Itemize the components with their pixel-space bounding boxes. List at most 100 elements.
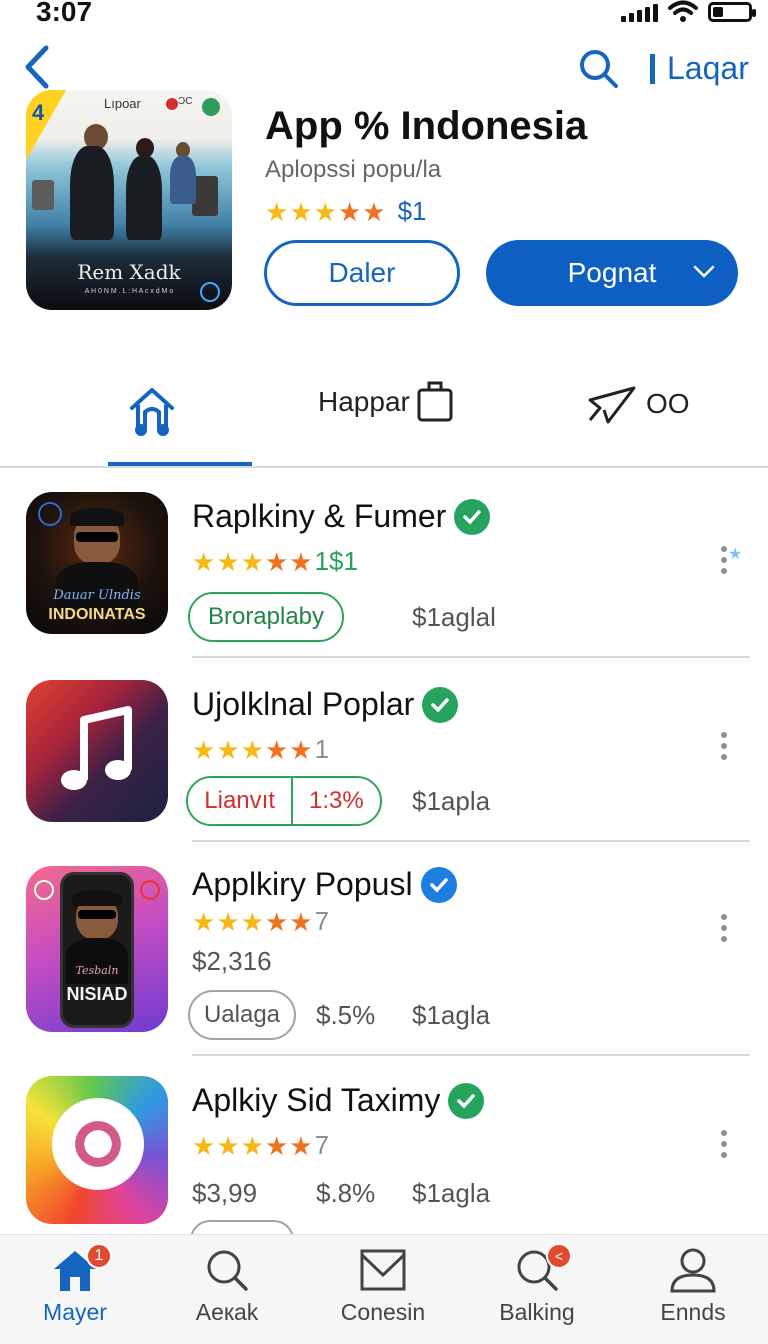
status-pill-right: 1:3%	[309, 787, 364, 814]
star-icon: ★	[216, 1130, 240, 1161]
star-icon: ★	[337, 196, 362, 227]
star-icon: ★	[289, 196, 313, 227]
status-pill[interactable]: Lianvıt 1:3%	[186, 776, 382, 826]
app-name-label: Applkiry Popusl	[192, 866, 413, 902]
signal-icon	[621, 2, 658, 22]
divider-bar	[650, 53, 655, 84]
thumb-caption: NISIAD	[66, 984, 128, 1004]
app-rating: ★ ★ ★ ★ ★ 1	[192, 734, 329, 765]
hair-shape	[70, 508, 124, 526]
tab-happar[interactable]: Happar	[318, 380, 454, 424]
header-link[interactable]: Laqar	[650, 50, 749, 87]
primary-action-label: Pognat	[567, 257, 657, 288]
profile-icon	[670, 1248, 716, 1293]
artwork-corner-number: 4	[32, 100, 45, 125]
back-chevron-icon[interactable]	[22, 44, 54, 90]
bollard-shape	[32, 180, 54, 210]
star-icon: ★	[216, 734, 240, 765]
brand-logo-icon	[166, 98, 178, 110]
nav-item-search-alert[interactable]: Balking <	[472, 1243, 602, 1326]
rating-suffix: 1	[314, 734, 330, 764]
app-price: $2,316	[192, 946, 272, 976]
app-name-label: Ujolklnal Poplar	[192, 686, 415, 722]
app-thumbnail[interactable]	[26, 1076, 168, 1224]
person-figure	[70, 146, 114, 240]
star-icon: ★	[362, 196, 386, 227]
category-pill[interactable]: Ualaga	[188, 990, 296, 1040]
app-rating: ★ ★ ★ ★ ★ 7	[192, 1130, 329, 1161]
chevron-down-icon[interactable]	[692, 256, 716, 286]
header-link-label: Laqar	[667, 50, 749, 86]
music-note-icon	[61, 706, 132, 790]
app-name: Applkiry Popusl	[192, 866, 457, 903]
tab-share[interactable]: OO	[586, 382, 690, 426]
star-icon: ★	[289, 734, 313, 765]
divider	[192, 840, 750, 842]
sunglasses-shape	[78, 910, 116, 919]
verified-check-icon	[422, 686, 459, 723]
more-options-icon[interactable]	[718, 732, 730, 765]
star-rating: ★ ★ ★ ★ ★	[192, 909, 313, 935]
app-meta: $1agla	[412, 1178, 491, 1208]
app-meta: $.8%	[316, 1178, 376, 1208]
app-rating: ★ ★ ★ ★ ★ 1$1	[192, 546, 358, 577]
star-icon: ★	[192, 1130, 216, 1161]
app-name: Raplkiny & Fumer	[192, 498, 491, 535]
app-meta: $1aglal	[412, 602, 496, 632]
app-meta: $1agla	[412, 1000, 491, 1030]
star-rating: ★ ★ ★ ★ ★	[192, 1133, 313, 1159]
search-icon	[207, 1250, 248, 1291]
person-figure	[126, 156, 162, 240]
app-meta: $.5%	[316, 1000, 376, 1030]
hair-shape	[72, 890, 122, 906]
secondary-action-button[interactable]: Daler	[264, 240, 460, 306]
more-options-icon[interactable]	[718, 914, 730, 947]
nav-item-profile[interactable]: Ennds	[628, 1247, 758, 1326]
status-bar: 3:07	[0, 0, 768, 28]
divider	[192, 1054, 750, 1056]
nav-item-search[interactable]: Aекak	[162, 1247, 292, 1326]
nav-label: Mayer	[43, 1299, 107, 1325]
nav-item-home[interactable]: Mayer 1	[10, 1243, 140, 1326]
primary-action-button[interactable]: Pognat	[486, 240, 738, 306]
mail-icon	[360, 1249, 406, 1291]
star-icon: ★	[192, 906, 216, 937]
bag-icon	[417, 381, 453, 422]
star-icon: ★	[265, 196, 289, 227]
star-icon: ★	[216, 546, 240, 577]
app-name-label: Aplkiy Sid Taximy	[192, 1082, 441, 1118]
star-rating: ★ ★ ★ ★ ★	[192, 549, 313, 575]
star-icon: ★	[192, 546, 216, 577]
app-thumbnail[interactable]: Tesbaln NISIAD	[26, 866, 168, 1032]
badge-icon	[34, 880, 54, 900]
app-title: App % Indonesia	[265, 104, 588, 148]
artwork-title: Rem Xadk	[77, 260, 181, 284]
star-icon: ★	[240, 546, 264, 577]
app-name-label: Raplkiny & Fumer	[192, 498, 447, 534]
nav-item-mail[interactable]: Conesin	[318, 1247, 448, 1326]
star-icon: ★	[216, 906, 240, 937]
app-thumbnail[interactable]	[26, 680, 168, 822]
app-name: Ujolklnal Poplar	[192, 686, 459, 723]
person-head	[136, 138, 154, 158]
app-rating: ★ ★ ★ ★ ★ $1	[265, 196, 426, 227]
home-music-icon	[130, 388, 174, 436]
more-options-icon[interactable]	[718, 1130, 730, 1163]
star-icon: ★	[192, 734, 216, 765]
nav-label: Ennds	[660, 1299, 726, 1325]
sparkle-icon: ★	[728, 546, 743, 563]
alert-badge-icon: <	[546, 1243, 572, 1269]
featured-app-artwork[interactable]: 4 Lıpoar ƆC Rem Xadk A H 0 N M . L : H A…	[26, 90, 232, 310]
category-pill[interactable]: Broraplaby	[188, 592, 344, 642]
app-price: $3,99	[192, 1178, 258, 1208]
tab-home[interactable]	[108, 378, 252, 468]
star-icon: ★	[289, 546, 313, 577]
rating-suffix: 1$1	[314, 546, 358, 576]
app-thumbnail[interactable]: Dauar Ulndis INDOINATAS	[26, 492, 168, 634]
ring-inner	[66, 1112, 130, 1176]
star-icon: ★	[264, 546, 289, 577]
app-meta: $1apla	[412, 786, 491, 816]
star-icon: ★	[264, 734, 289, 765]
search-icon[interactable]	[578, 48, 620, 90]
info-icon	[200, 282, 220, 302]
